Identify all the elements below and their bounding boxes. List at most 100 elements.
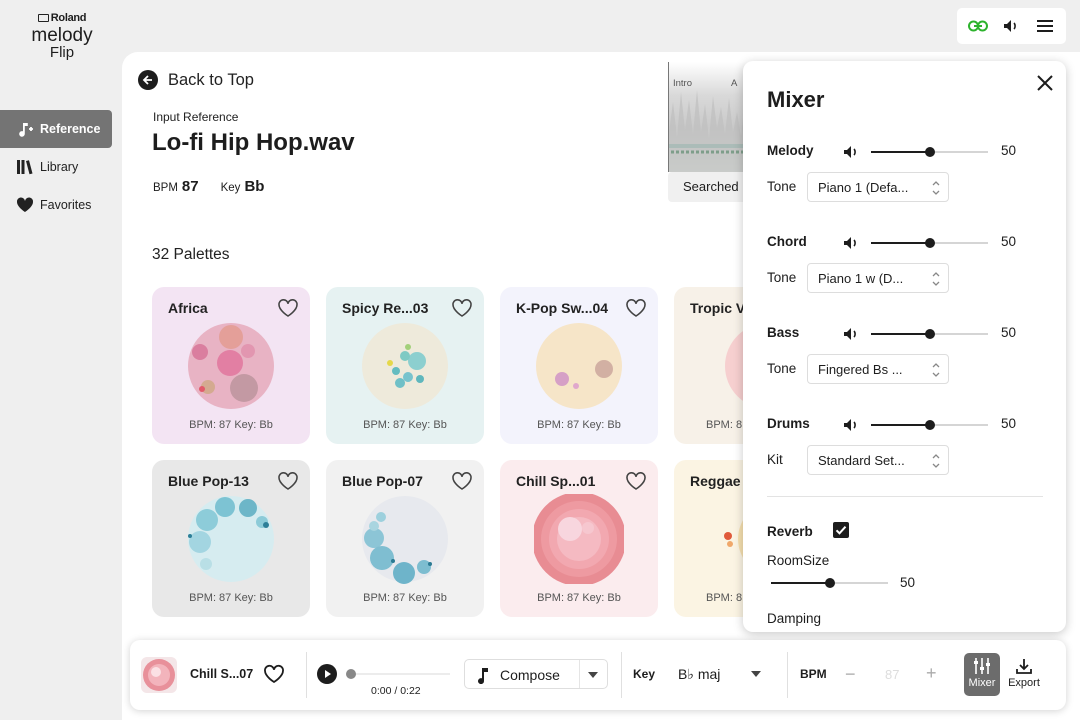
tone-value: Piano 1 w (D...: [818, 271, 904, 286]
bpm-label: BPM: [800, 667, 827, 681]
sidebar-nav: Reference Library Favorites: [0, 110, 112, 224]
roomsize-slider[interactable]: [771, 578, 888, 588]
reverb-label: Reverb: [767, 524, 813, 539]
bpm-decrease-button[interactable]: −: [845, 664, 856, 685]
sidebar-item-label: Favorites: [40, 198, 92, 212]
stepper-arrows-icon: [932, 363, 940, 377]
kit-select[interactable]: Standard Set...: [807, 445, 949, 475]
sidebar-item-favorites[interactable]: Favorites: [0, 186, 112, 224]
roland-logo-icon: [37, 14, 49, 22]
channel-label: Bass: [767, 325, 800, 340]
slider-knob[interactable]: [924, 420, 935, 430]
close-icon[interactable]: [1035, 73, 1055, 93]
chevron-down-icon[interactable]: [587, 671, 599, 679]
logo-line1: melody: [31, 25, 93, 46]
key-label: Key: [220, 182, 241, 194]
palette-name: Africa: [168, 300, 208, 316]
back-label: Back to Top: [168, 70, 254, 89]
slider-knob[interactable]: [924, 238, 935, 248]
track-thumbnail: [141, 657, 177, 693]
level-slider[interactable]: [871, 238, 988, 248]
slider-knob[interactable]: [824, 578, 835, 588]
bpm-increase-button[interactable]: +: [926, 663, 937, 684]
palette-card[interactable]: Blue Pop-07 BPM: 87 Key: Bb: [326, 460, 484, 617]
palette-card[interactable]: Spicy Re...03 BPM: 87 Key: Bb: [326, 287, 484, 444]
slider-fill: [771, 582, 830, 584]
palette-artwork: [188, 323, 274, 409]
heart-outline-icon[interactable]: [451, 298, 473, 318]
menu-icon[interactable]: [1033, 14, 1057, 38]
logo-line2: Flip: [49, 44, 75, 61]
tone-select[interactable]: Fingered Bs ...: [807, 354, 949, 384]
reverb-checkbox[interactable]: [833, 522, 849, 538]
playback-time: 0:00 / 0:22: [371, 685, 421, 697]
channel-label: Melody: [767, 143, 814, 158]
channel-label: Chord: [767, 234, 807, 249]
speaker-icon[interactable]: [843, 236, 859, 250]
mixer-button[interactable]: Mixer: [964, 653, 1000, 696]
channel-label: Drums: [767, 416, 810, 431]
sidebar-item-label: Library: [40, 160, 79, 174]
slider-knob[interactable]: [924, 329, 935, 339]
mixer-label: Mixer: [968, 677, 996, 689]
play-button[interactable]: [317, 664, 337, 684]
key-select[interactable]: B♭ maj: [666, 659, 774, 689]
slider-fill: [871, 151, 930, 153]
palette-card[interactable]: Blue Pop-13 BPM: 87 Key: Bb: [152, 460, 310, 617]
export-label: Export: [1008, 677, 1040, 689]
level-slider[interactable]: [871, 147, 988, 157]
divider: [787, 652, 788, 698]
slider-fill: [871, 242, 930, 244]
arrow-left-icon: [138, 70, 158, 90]
searched-tab[interactable]: Searched: [668, 172, 748, 202]
heart-outline-icon[interactable]: [625, 298, 647, 318]
tone-select[interactable]: Piano 1 w (D...: [807, 263, 949, 293]
slider-fill: [871, 333, 930, 335]
reference-meta: BPM 87 Key Bb: [153, 178, 264, 195]
key-value: B♭ maj: [678, 666, 721, 682]
palette-artwork: [362, 323, 448, 409]
palette-artwork: [536, 323, 622, 409]
channel-value: 50: [1001, 416, 1017, 431]
divider: [767, 496, 1043, 497]
sidebar-item-library[interactable]: Library: [0, 148, 112, 186]
palette-card[interactable]: Africa BPM: 87 Key: Bb: [152, 287, 310, 444]
link-icon[interactable]: [966, 14, 990, 38]
palette-card[interactable]: Chill Sp...01 BPM: 87 Key: Bb: [500, 460, 658, 617]
speaker-icon[interactable]: [843, 418, 859, 432]
reference-waveform[interactable]: Intro A: [668, 62, 748, 172]
palette-artwork: [188, 496, 274, 582]
seek-bar[interactable]: [350, 673, 450, 675]
tone-label: Tone: [767, 270, 797, 285]
roomsize-label: RoomSize: [767, 553, 830, 568]
channel-value: 50: [1001, 234, 1017, 249]
library-books-icon: [17, 160, 33, 175]
level-slider[interactable]: [871, 420, 988, 430]
palette-artwork: [362, 496, 448, 584]
palette-meta: BPM: 87 Key: Bb: [363, 419, 447, 431]
sidebar-item-reference[interactable]: Reference: [0, 110, 112, 148]
palette-meta: BPM: 87 Key: Bb: [537, 592, 621, 604]
bpm-value[interactable]: 87: [885, 667, 899, 682]
tone-value: Fingered Bs ...: [818, 362, 903, 377]
compose-button[interactable]: Compose: [464, 659, 608, 689]
heart-outline-icon[interactable]: [451, 471, 473, 491]
tone-select[interactable]: Piano 1 (Defa...: [807, 172, 949, 202]
speaker-icon[interactable]: [843, 145, 859, 159]
music-note-plus-icon: [19, 123, 33, 137]
export-button[interactable]: Export: [1004, 653, 1044, 696]
speaker-icon[interactable]: [999, 14, 1023, 38]
tone-value: Piano 1 (Defa...: [818, 180, 909, 195]
heart-outline-icon[interactable]: [625, 471, 647, 491]
back-to-top-button[interactable]: Back to Top: [138, 70, 254, 90]
divider: [306, 652, 307, 698]
heart-outline-icon[interactable]: [277, 298, 299, 318]
level-slider[interactable]: [871, 329, 988, 339]
heart-outline-icon[interactable]: [263, 664, 285, 684]
speaker-icon[interactable]: [843, 327, 859, 341]
heart-outline-icon[interactable]: [277, 471, 299, 491]
slider-knob[interactable]: [924, 147, 935, 157]
music-note-icon: [478, 668, 488, 684]
seek-knob[interactable]: [346, 669, 356, 679]
palette-card[interactable]: K-Pop Sw...04 BPM: 87 Key: Bb: [500, 287, 658, 444]
